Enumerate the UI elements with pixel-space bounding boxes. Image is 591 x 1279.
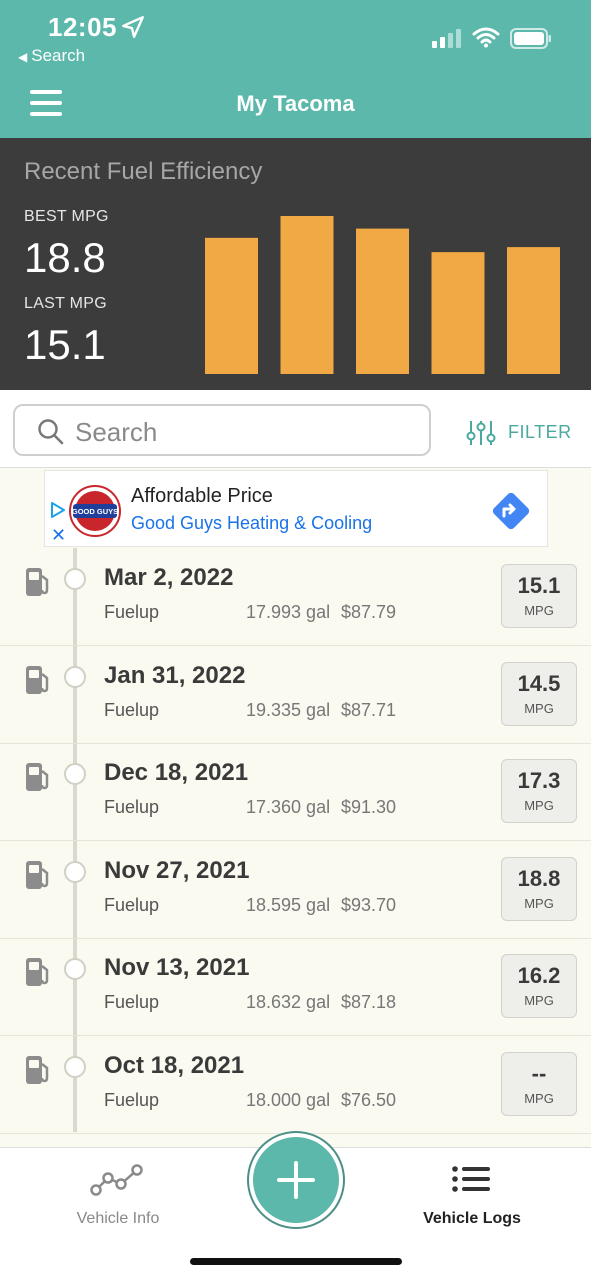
cellular-signal-icon — [432, 29, 461, 48]
log-date: Jan 31, 2022 — [104, 661, 246, 689]
back-to-search[interactable]: ◀ Search — [18, 46, 85, 66]
timeline-dot — [64, 1055, 86, 1078]
log-gallons: 18.000 gal — [246, 1089, 331, 1110]
fuel-efficiency-panel: Recent Fuel Efficiency BEST MPG 18.8 LAS… — [0, 138, 591, 390]
mpg-bar — [205, 237, 258, 374]
search-icon — [38, 419, 64, 445]
timeline-dot — [64, 860, 86, 883]
wifi-icon — [472, 27, 500, 48]
mpg-bar — [507, 247, 560, 374]
tab-vehicle-info[interactable]: Vehicle Info — [38, 1148, 198, 1238]
log-row[interactable]: Nov 13, 2021 Fuelup 18.632 gal $87.18 16… — [0, 938, 591, 1036]
mpg-value: 14.5 — [517, 670, 561, 696]
log-date: Nov 27, 2021 — [104, 856, 250, 884]
mpg-badge: 14.5 MPG — [501, 661, 577, 726]
tab-vehicle-logs[interactable]: Vehicle Logs — [392, 1148, 552, 1238]
log-gallons: 18.595 gal — [246, 894, 331, 915]
mpg-unit: MPG — [524, 993, 554, 1008]
log-cost: $87.71 — [341, 699, 397, 720]
log-type: Fuelup — [104, 894, 160, 915]
mpg-value: 15.1 — [517, 573, 561, 598]
back-triangle-icon: ◀ — [18, 50, 28, 64]
mpg-value: 16.2 — [517, 963, 561, 988]
fuel-pump-icon — [26, 665, 49, 694]
svg-text:GOOD GUYS: GOOD GUYS — [72, 507, 118, 516]
mpg-badge: 16.2 MPG — [501, 954, 577, 1018]
timeline-dot — [64, 763, 86, 785]
log-cost: $87.18 — [341, 992, 397, 1012]
timeline-dot — [64, 665, 86, 688]
plus-icon — [277, 1161, 315, 1199]
log-type: Fuelup — [104, 699, 160, 720]
log-gallons: 17.993 gal — [246, 602, 331, 622]
top-bar: 12:05 ◀ Search My Tacoma — [0, 0, 591, 138]
log-cost: $93.70 — [341, 894, 397, 915]
mpg-unit: MPG — [524, 798, 554, 813]
fuel-pump-icon — [26, 860, 49, 889]
log-gallons: 17.360 gal — [246, 797, 331, 817]
log-type: Fuelup — [104, 797, 160, 817]
timeline-dot — [64, 568, 86, 590]
mpg-unit: MPG — [524, 603, 554, 618]
mpg-unit: MPG — [524, 700, 554, 716]
log-cost: $91.30 — [341, 797, 397, 817]
log-row[interactable]: Nov 27, 2021 Fuelup 18.595 gal $93.70 18… — [0, 841, 591, 939]
list-icon — [452, 1166, 490, 1192]
filter-label: FILTER — [508, 422, 572, 442]
log-row[interactable]: Jan 31, 2022 Fuelup 19.335 gal $87.71 14… — [0, 646, 591, 744]
mpg-badge: 17.3 MPG — [501, 759, 577, 823]
log-row[interactable]: Mar 2, 2022 Fuelup 17.993 gal $87.79 15.… — [0, 548, 591, 646]
adchoices-icon[interactable] — [49, 501, 67, 519]
mpg-badge: 18.8 MPG — [501, 856, 577, 921]
efficiency-bar-chart — [205, 216, 560, 374]
tab-vehicle-logs-label: Vehicle Logs — [423, 1210, 521, 1227]
log-type: Fuelup — [104, 602, 160, 622]
mpg-bar — [431, 252, 485, 374]
log-row[interactable]: Dec 18, 2021 Fuelup 17.360 gal $91.30 17… — [0, 743, 591, 841]
line-chart-icon — [90, 1164, 143, 1196]
add-log-button[interactable] — [249, 1133, 343, 1227]
log-type: Fuelup — [104, 1089, 160, 1110]
location-arrow-icon — [122, 16, 144, 38]
tab-vehicle-info-label: Vehicle Info — [76, 1210, 160, 1227]
search-placeholder: Search — [75, 417, 158, 447]
fuel-pump-icon — [26, 568, 49, 596]
log-date: Nov 13, 2021 — [104, 954, 250, 981]
search-row: Search FILTER — [0, 390, 591, 468]
home-indicator — [190, 1258, 402, 1265]
sliders-icon — [466, 421, 496, 445]
mpg-value: 18.8 — [517, 865, 561, 891]
ad-subtitle: Good Guys Heating & Cooling — [131, 513, 373, 533]
ad-title: Affordable Price — [131, 485, 273, 507]
good-guys-logo: GOOD GUYS — [69, 485, 121, 537]
fuel-pump-icon — [26, 958, 49, 986]
log-date: Oct 18, 2021 — [104, 1051, 245, 1079]
fuel-pump-icon — [26, 1055, 49, 1084]
log-gallons: 18.632 gal — [246, 992, 331, 1012]
mpg-unit: MPG — [524, 895, 554, 911]
directions-arrow-icon[interactable] — [489, 489, 533, 533]
battery-icon — [510, 28, 551, 49]
log-gallons: 19.335 gal — [246, 699, 331, 720]
log-cost: $76.50 — [341, 1089, 397, 1110]
search-input[interactable]: Search — [13, 404, 431, 456]
mpg-bar — [356, 228, 409, 374]
mpg-badge: -- MPG — [501, 1051, 577, 1116]
mpg-badge: 15.1 MPG — [501, 564, 577, 628]
fuel-pump-icon — [26, 763, 49, 791]
ad-close-icon[interactable]: ✕ — [51, 525, 66, 546]
mpg-unit: MPG — [524, 1090, 554, 1106]
ad-banner[interactable]: ✕ GOOD GUYS Affordable Price Good Guys H… — [44, 470, 548, 547]
page-title: My Tacoma — [236, 91, 355, 116]
log-date: Mar 2, 2022 — [104, 564, 234, 591]
log-cost: $87.79 — [341, 602, 397, 622]
log-type: Fuelup — [104, 992, 160, 1012]
status-time: 12:05 — [48, 12, 117, 42]
mpg-value: 17.3 — [517, 768, 561, 793]
mpg-bar — [280, 216, 334, 374]
log-row[interactable]: Oct 18, 2021 Fuelup 18.000 gal $76.50 --… — [0, 1036, 591, 1134]
mpg-value: -- — [531, 1060, 547, 1086]
log-date: Dec 18, 2021 — [104, 759, 249, 786]
timeline-dot — [64, 958, 86, 980]
